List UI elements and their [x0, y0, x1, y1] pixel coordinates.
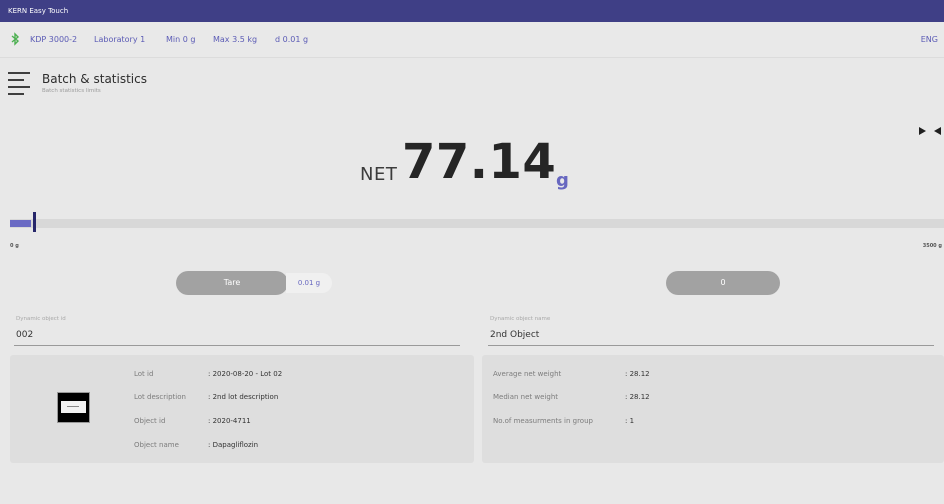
- average-net-weight-key: Average net weight: [493, 370, 562, 378]
- object-name-label: Dynamic object name: [490, 316, 551, 322]
- net-label: NET: [360, 164, 398, 185]
- object-name-field[interactable]: Dynamic object name 2nd Object: [488, 316, 934, 346]
- object-name-key: Object name: [134, 441, 179, 449]
- range-min-label: 0 g: [10, 243, 19, 249]
- weighing-range-marker: [33, 212, 36, 232]
- zero-button[interactable]: 0: [666, 271, 780, 295]
- scale-division: d 0.01 g: [275, 35, 309, 44]
- tare-button[interactable]: Tare: [176, 271, 288, 295]
- scale-max: Max 3.5 kg: [213, 35, 258, 44]
- object-id-key: Object id: [134, 417, 166, 425]
- lot-id-value: : 2020-08-20 - Lot 02: [208, 370, 283, 378]
- median-net-weight-key: Median net weight: [493, 393, 558, 401]
- scale-model[interactable]: KDP 3000-2: [30, 35, 77, 44]
- bluetooth-icon[interactable]: [10, 32, 20, 46]
- object-name-value[interactable]: 2nd Object: [490, 330, 539, 340]
- app-title: KERN Easy Touch: [8, 7, 69, 15]
- scale-location[interactable]: Laboratory 1: [94, 35, 145, 44]
- lot-id-key: Lot id: [134, 370, 154, 378]
- weighing-range-bar: [10, 219, 944, 228]
- object-id-label: Dynamic object id: [16, 316, 66, 322]
- tare-value: 0.01 g: [286, 273, 332, 293]
- page-title: Batch & statistics: [42, 72, 147, 86]
- hamburger-menu-icon[interactable]: [8, 72, 30, 98]
- weight-unit: g: [556, 170, 569, 191]
- object-id-detail-value: : 2020-4711: [208, 417, 251, 425]
- measurement-count-key: No.of measurments in group: [493, 417, 593, 425]
- lot-description-key: Lot description: [134, 393, 186, 401]
- page-subtitle: Batch statistics limits: [42, 88, 101, 94]
- scale-status-bar: KDP 3000-2 Laboratory 1 Min 0 g Max 3.5 …: [0, 22, 944, 58]
- lot-description-value: : 2nd lot description: [208, 393, 279, 401]
- range-max-label: 3500 g: [922, 243, 942, 249]
- app-title-bar: KERN Easy Touch: [0, 0, 944, 22]
- weighing-range-fill: [10, 220, 31, 227]
- object-image-icon: [57, 392, 90, 423]
- collapse-arrows-icon[interactable]: [919, 125, 941, 135]
- language-selector[interactable]: ENG: [921, 35, 938, 44]
- weight-reading: 77.14: [402, 134, 557, 190]
- average-net-weight-value: : 28.12: [625, 370, 650, 378]
- scale-min: Min 0 g: [166, 35, 196, 44]
- measurement-count-value: : 1: [625, 417, 635, 425]
- median-net-weight-value: : 28.12: [625, 393, 650, 401]
- object-name-detail-value: : Dapagliflozin: [208, 441, 259, 449]
- object-id-field[interactable]: Dynamic object id 002: [14, 316, 460, 346]
- object-id-value[interactable]: 002: [16, 330, 33, 340]
